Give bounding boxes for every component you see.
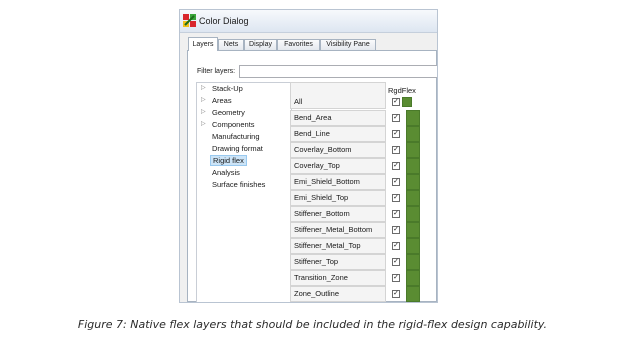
tree-item-manufacturing[interactable]: Manufacturing bbox=[197, 131, 291, 142]
layer-color-swatch[interactable] bbox=[406, 206, 420, 222]
layer-name-cell: Stiffener_Metal_Top bbox=[290, 238, 386, 254]
layer-color-swatch[interactable] bbox=[406, 158, 420, 174]
tab-display[interactable]: Display bbox=[244, 39, 277, 50]
layer-visibility-checkbox[interactable]: ✓ bbox=[392, 194, 400, 202]
window-title: Color Dialog bbox=[199, 16, 249, 26]
tab-visibility-pane[interactable]: Visibility Pane bbox=[320, 39, 376, 50]
layer-color-swatch[interactable] bbox=[406, 142, 420, 158]
layer-color-swatch[interactable] bbox=[406, 126, 420, 142]
layer-name-cell: Coverlay_Top bbox=[290, 158, 386, 174]
layer-color-swatch[interactable] bbox=[406, 270, 420, 286]
layer-color-swatch[interactable] bbox=[406, 190, 420, 206]
layer-name-cell: Stiffener_Top bbox=[290, 254, 386, 270]
tree-item-areas[interactable]: ▷ Areas bbox=[197, 95, 291, 106]
layer-color-swatch[interactable] bbox=[406, 110, 420, 126]
layer-visibility-checkbox[interactable]: ✓ bbox=[392, 162, 400, 170]
tree-item-label: Stack-Up bbox=[212, 84, 243, 93]
tree-item-components[interactable]: ▷ Components bbox=[197, 119, 291, 130]
layer-color-swatch[interactable] bbox=[406, 286, 420, 302]
layer-color-swatch[interactable] bbox=[406, 238, 420, 254]
figure-caption: Figure 7: Native flex layers that should… bbox=[77, 318, 548, 331]
expand-arrow-icon[interactable]: ▷ bbox=[201, 83, 206, 94]
layer-visibility-checkbox[interactable]: ✓ bbox=[392, 130, 400, 138]
all-color-swatch[interactable] bbox=[402, 97, 412, 107]
color-palette-icon bbox=[183, 14, 196, 27]
layer-name-cell: Emi_Shield_Bottom bbox=[290, 174, 386, 190]
tree-item-label: Analysis bbox=[212, 168, 240, 177]
tree-item-stack-up[interactable]: ▷ Stack-Up bbox=[197, 83, 291, 94]
layer-name-cell: Bend_Line bbox=[290, 126, 386, 142]
layer-visibility-checkbox[interactable]: ✓ bbox=[392, 226, 400, 234]
layer-name-cell: Coverlay_Bottom bbox=[290, 142, 386, 158]
tree-item-geometry[interactable]: ▷ Geometry bbox=[197, 107, 291, 118]
all-visibility-checkbox[interactable]: ✓ bbox=[392, 98, 400, 106]
layer-visibility-checkbox[interactable]: ✓ bbox=[392, 114, 400, 122]
tree-item-drawing-format[interactable]: Drawing format bbox=[197, 143, 291, 154]
color-dialog-window: Color Dialog Layers Nets Display Favorit… bbox=[179, 9, 438, 303]
filter-layers-label: Filter layers: bbox=[197, 68, 236, 75]
layer-name-cell: Zone_Outline bbox=[290, 286, 386, 302]
layer-visibility-checkbox[interactable]: ✓ bbox=[392, 258, 400, 266]
tree-item-label: Areas bbox=[212, 96, 232, 105]
layer-name-cell: Emi_Shield_Top bbox=[290, 190, 386, 206]
layer-color-swatch[interactable] bbox=[406, 222, 420, 238]
layer-name-cell: Stiffener_Metal_Bottom bbox=[290, 222, 386, 238]
layer-name-cell: Transition_Zone bbox=[290, 270, 386, 286]
tree-item-analysis[interactable]: Analysis bbox=[197, 167, 291, 178]
all-layers-cell: All bbox=[290, 82, 386, 109]
tree-item-label: Drawing format bbox=[212, 144, 263, 153]
layer-category-tree: ▷ Stack-Up ▷ Areas ▷ Geometry ▷ Componen… bbox=[196, 82, 292, 302]
layer-color-swatch[interactable] bbox=[406, 174, 420, 190]
expand-arrow-icon[interactable]: ▷ bbox=[201, 107, 206, 118]
layer-visibility-checkbox[interactable]: ✓ bbox=[392, 290, 400, 298]
tree-item-rigid-flex[interactable]: Rigid flex bbox=[197, 155, 291, 166]
layer-name-cell: Bend_Area bbox=[290, 110, 386, 126]
tree-item-surface-finishes[interactable]: Surface finishes bbox=[197, 179, 291, 190]
tree-item-label: Rigid flex bbox=[210, 155, 247, 166]
layer-visibility-checkbox[interactable]: ✓ bbox=[392, 178, 400, 186]
layer-color-swatch[interactable] bbox=[406, 254, 420, 270]
rgdflex-column-header: RgdFlex bbox=[388, 86, 416, 95]
layer-visibility-checkbox[interactable]: ✓ bbox=[392, 242, 400, 250]
tree-item-label: Manufacturing bbox=[212, 132, 260, 141]
expand-arrow-icon[interactable]: ▷ bbox=[201, 119, 206, 130]
title-bar[interactable]: Color Dialog bbox=[180, 10, 437, 33]
layer-name-cell: Stiffener_Bottom bbox=[290, 206, 386, 222]
expand-arrow-icon[interactable]: ▷ bbox=[201, 95, 206, 106]
layer-visibility-checkbox[interactable]: ✓ bbox=[392, 274, 400, 282]
tab-nets[interactable]: Nets bbox=[218, 39, 244, 50]
tree-item-label: Surface finishes bbox=[212, 180, 266, 189]
layer-visibility-checkbox[interactable]: ✓ bbox=[392, 146, 400, 154]
tree-item-label: Geometry bbox=[212, 108, 245, 117]
tree-item-label: Components bbox=[212, 120, 255, 129]
tab-layers[interactable]: Layers bbox=[188, 37, 218, 51]
layer-visibility-checkbox[interactable]: ✓ bbox=[392, 210, 400, 218]
tab-favorites[interactable]: Favorites bbox=[277, 39, 320, 50]
